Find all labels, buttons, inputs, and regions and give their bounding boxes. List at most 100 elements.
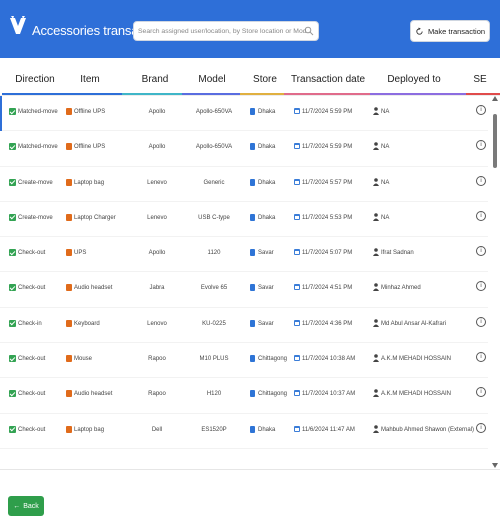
- check-icon: [9, 213, 16, 221]
- info-icon[interactable]: i: [476, 105, 486, 115]
- check-icon: [9, 284, 16, 292]
- store-cell: Dhaka: [258, 144, 276, 151]
- make-transaction-button[interactable]: Make transaction: [410, 20, 490, 42]
- item-icon: [66, 284, 72, 292]
- item-cell: Offline UPS: [74, 109, 106, 115]
- deployed-to-cell: A.K.M MEHADI HOSSAIN: [381, 356, 452, 363]
- user-icon: [373, 107, 379, 115]
- scrollbar-thumb[interactable]: [493, 114, 497, 168]
- column-accent-bar: [240, 93, 284, 95]
- date-cell: 11/7/2024 10:37 AM: [302, 391, 356, 398]
- table-row[interactable]: Check-in Keyboard Lenovo KU-0225 Savar 1…: [0, 308, 488, 344]
- calendar-icon: [294, 108, 300, 114]
- transactions-table: Direction Item Brand Model Store Transac…: [0, 66, 500, 470]
- column-header-deployed-to[interactable]: Deployed to: [387, 74, 440, 85]
- calendar-icon: [294, 249, 300, 256]
- table-row[interactable]: Matched-move Offline UPS Apollo Apollo-6…: [0, 96, 488, 132]
- back-label: Back: [23, 502, 39, 510]
- calendar-icon: [294, 390, 300, 397]
- table-header: Direction Item Brand Model Store Transac…: [0, 66, 500, 96]
- back-button[interactable]: ← Back: [8, 496, 44, 516]
- table-row[interactable]: Check-out Mouse Rapoo M10 PLUS Chittagon…: [0, 343, 488, 379]
- search-box[interactable]: [133, 21, 319, 41]
- calendar-icon: [294, 284, 300, 291]
- date-cell: 11/6/2024 11:47 AM: [302, 426, 355, 433]
- info-icon[interactable]: i: [476, 387, 486, 398]
- search-icon[interactable]: [304, 26, 314, 36]
- table-row[interactable]: Matched-move Offline UPS Apollo Apollo-6…: [0, 131, 488, 167]
- store-icon: [250, 425, 255, 433]
- direction-cell: Check-out: [18, 391, 46, 398]
- direction-cell: Check-out: [18, 285, 46, 292]
- model-cell: Apollo-650VA: [195, 109, 233, 115]
- column-header-item[interactable]: Item: [80, 74, 99, 85]
- user-icon: [373, 248, 379, 257]
- search-input[interactable]: [138, 24, 306, 39]
- model-cell: H120: [206, 391, 222, 398]
- info-icon[interactable]: i: [476, 352, 486, 363]
- brand-cell: Dell: [151, 426, 163, 433]
- table-row[interactable]: Check-out Audio headset Rapoo H120 Chitt…: [0, 378, 488, 414]
- check-icon: [9, 108, 16, 115]
- column-header-direction[interactable]: Direction: [15, 74, 54, 85]
- item-icon: [66, 249, 72, 257]
- column-accent-bar: [466, 93, 500, 95]
- info-icon[interactable]: i: [476, 175, 486, 186]
- user-icon: [373, 389, 379, 398]
- column-accent-bar: [70, 93, 122, 95]
- store-icon: [250, 319, 255, 327]
- brand-cell: Lenevo: [147, 179, 167, 186]
- date-cell: 11/7/2024 5:57 PM: [302, 179, 353, 186]
- item-icon: [66, 355, 72, 363]
- table-row[interactable]: Create-move Laptop Charger Lenevo USB C-…: [0, 202, 488, 238]
- store-icon: [250, 108, 255, 115]
- item-icon: [66, 213, 72, 221]
- column-accent-bar: [370, 93, 466, 95]
- item-icon: [66, 390, 72, 398]
- info-icon[interactable]: i: [476, 281, 486, 292]
- table-row[interactable]: Check-out Audio headset Jabra Evolve 65 …: [0, 272, 488, 308]
- store-cell: Savar: [258, 250, 274, 257]
- column-header-se[interactable]: SE: [473, 74, 486, 85]
- column-header-store[interactable]: Store: [253, 74, 277, 85]
- model-cell: KU-0225: [202, 320, 226, 327]
- store-cell: Dhaka: [258, 426, 276, 433]
- info-icon[interactable]: i: [476, 422, 486, 433]
- app-header: Accessories transactions Make transactio…: [0, 0, 500, 58]
- info-icon[interactable]: i: [476, 140, 486, 151]
- scroll-up-arrow-icon[interactable]: [492, 96, 498, 101]
- item-icon: [66, 319, 72, 327]
- column-header-brand[interactable]: Brand: [142, 74, 169, 85]
- brand-cell: Apollo: [148, 144, 166, 151]
- table-row[interactable]: Check-out Laptop bag Dell ES1520P Dhaka …: [0, 414, 488, 449]
- table-row[interactable]: Check-out UPS Apollo 1120 Savar 11/7/202…: [0, 237, 488, 273]
- user-icon: [373, 424, 379, 433]
- date-cell: 11/7/2024 4:36 PM: [302, 320, 353, 327]
- info-icon[interactable]: i: [476, 246, 486, 257]
- item-cell: Laptop Charger: [74, 214, 116, 221]
- info-icon[interactable]: i: [476, 316, 486, 327]
- item-icon: [66, 108, 72, 115]
- vertical-scrollbar[interactable]: [491, 96, 499, 470]
- check-icon: [9, 319, 16, 327]
- table-row[interactable]: Create-move Laptop bag Lenevo Generic Dh…: [0, 167, 488, 202]
- check-icon: [9, 390, 16, 398]
- direction-cell: Check-in: [18, 320, 42, 327]
- column-accent-bar: [122, 93, 182, 95]
- column-header-transaction-date[interactable]: Transaction date: [291, 74, 365, 85]
- store-cell: Savar: [258, 285, 274, 292]
- model-cell: 1120: [207, 250, 221, 257]
- item-icon: [66, 425, 72, 433]
- model-cell: ES1520P: [201, 426, 227, 433]
- item-cell: Keyboard: [74, 320, 100, 327]
- selected-row-indicator: [0, 96, 2, 131]
- scroll-down-arrow-icon[interactable]: [492, 463, 498, 468]
- column-header-model[interactable]: Model: [198, 74, 225, 85]
- store-icon: [250, 390, 255, 398]
- item-icon: [66, 143, 72, 151]
- info-icon[interactable]: i: [476, 210, 486, 221]
- item-cell: UPS: [74, 250, 87, 257]
- brand-cell: Lenovo: [147, 320, 167, 327]
- store-cell: Dhaka: [258, 214, 276, 221]
- calendar-icon: [294, 213, 300, 220]
